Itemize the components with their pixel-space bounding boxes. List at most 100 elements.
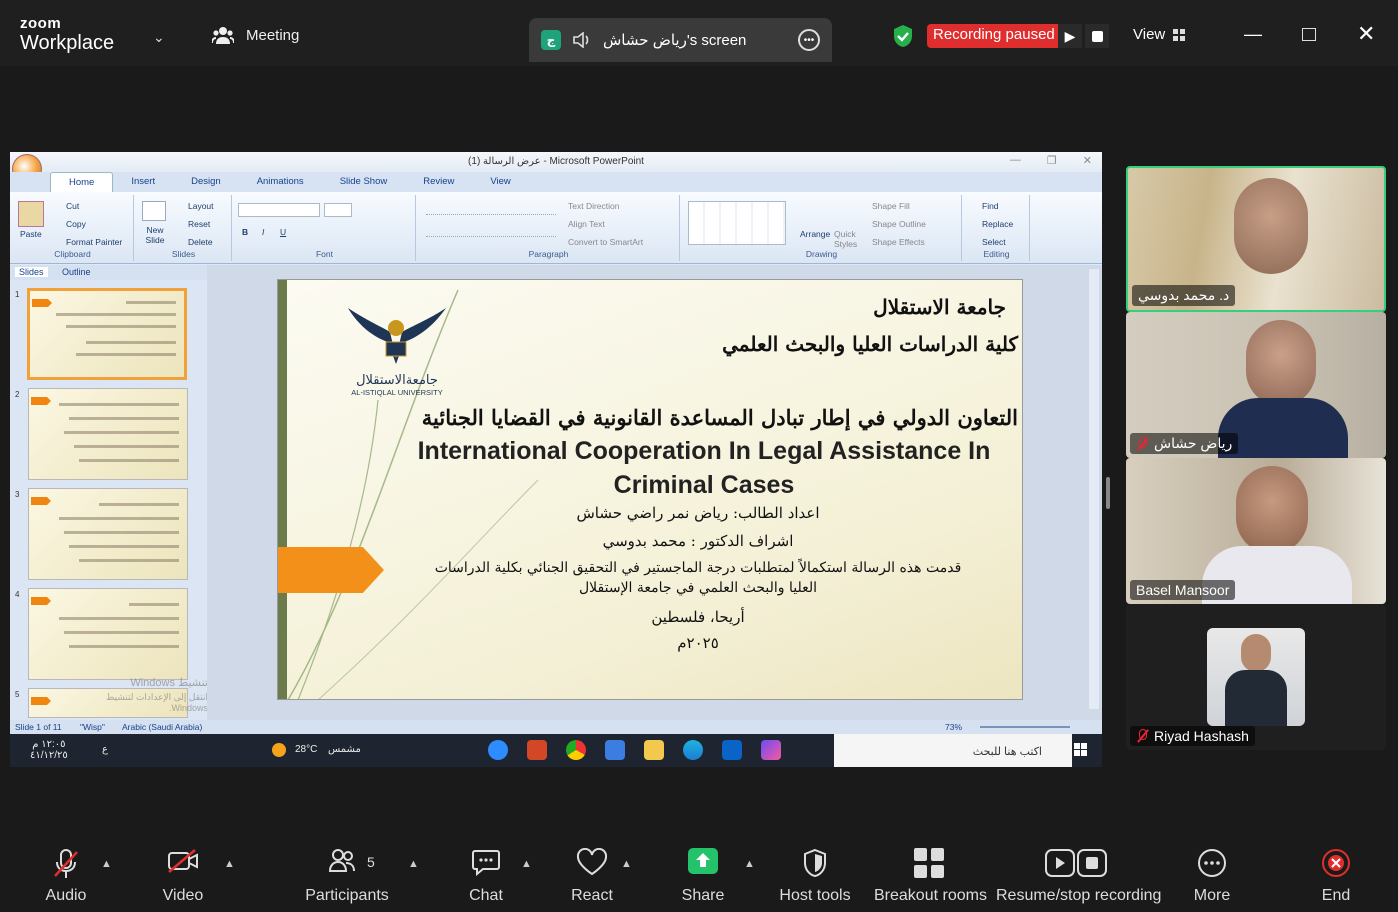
tab-home[interactable]: Home <box>50 172 114 192</box>
powerpoint-taskbar-icon[interactable] <box>527 740 547 760</box>
thumb-number: 1 <box>15 290 20 299</box>
taskbar-search[interactable]: اكتب هنا للبحث <box>834 734 1072 767</box>
share-button[interactable]: Share <box>673 820 733 912</box>
react-button[interactable]: React <box>562 820 622 912</box>
align-text-button[interactable]: Align Text <box>568 219 605 229</box>
close-window-button[interactable]: ✕ <box>1357 21 1375 47</box>
shapes-gallery[interactable] <box>688 201 786 245</box>
copilot-icon[interactable] <box>761 740 781 760</box>
participant-tile[interactable]: Basel Mansoor <box>1126 458 1386 604</box>
quick-styles-button[interactable]: Quick Styles <box>834 229 864 249</box>
tab-view[interactable]: View <box>472 172 528 192</box>
format-painter-button[interactable]: Format Painter <box>66 237 122 247</box>
participants-options-caret[interactable]: ▲ <box>408 858 419 870</box>
find-button[interactable]: Find <box>982 201 999 211</box>
chat-options-caret[interactable]: ▲ <box>521 858 532 870</box>
pp-restore-button[interactable]: ❐ <box>1047 154 1057 167</box>
chrome-icon[interactable] <box>566 740 586 760</box>
chevron-down-icon[interactable]: ⌄ <box>153 29 165 46</box>
share-options-caret[interactable]: ▲ <box>744 858 755 870</box>
delete-button[interactable]: Delete <box>188 237 213 247</box>
folder-icon[interactable] <box>644 740 664 760</box>
tab-slide-show[interactable]: Slide Show <box>322 172 406 192</box>
italic-button[interactable]: I <box>262 227 264 237</box>
tab-animations[interactable]: Animations <box>239 172 322 192</box>
tab-design[interactable]: Design <box>173 172 239 192</box>
audio-options-caret[interactable]: ▲ <box>101 858 112 870</box>
zoom-slider[interactable] <box>980 726 1070 728</box>
convert-smartart-button[interactable]: Convert to SmartArt <box>568 237 643 247</box>
text-direction-button[interactable]: Text Direction <box>568 201 620 211</box>
windows-start-icon[interactable] <box>1074 743 1087 756</box>
pp-close-button[interactable]: ✕ <box>1083 154 1092 167</box>
reset-button[interactable]: Reset <box>188 219 210 229</box>
shape-effects-button[interactable]: Shape Effects <box>872 237 925 247</box>
tab-outline[interactable]: Outline <box>62 267 91 277</box>
participant-tile[interactable]: رياض حشاش <box>1126 312 1386 458</box>
end-button[interactable]: End <box>1306 820 1366 912</box>
video-options-caret[interactable]: ▲ <box>224 858 235 870</box>
chat-button[interactable]: Chat <box>456 820 516 912</box>
tab-insert[interactable]: Insert <box>113 172 173 192</box>
input-language[interactable]: ع <box>102 744 108 755</box>
participant-tile[interactable]: Riyad Hashash <box>1126 604 1386 750</box>
select-button[interactable]: Select <box>982 237 1006 247</box>
audio-button[interactable]: Audio <box>36 820 96 912</box>
outlook-icon[interactable] <box>722 740 742 760</box>
more-button[interactable]: More <box>1182 820 1242 912</box>
current-slide[interactable]: جامعةالاستقلال AL-ISTIQLAL UNIVERSITY جا… <box>277 279 1023 700</box>
font-name-box[interactable] <box>238 203 320 217</box>
layout-button[interactable]: Layout <box>188 201 214 211</box>
host-tools-button[interactable]: Host tools <box>778 820 852 912</box>
video-button[interactable]: Video <box>153 820 213 912</box>
splitter-handle[interactable] <box>1106 477 1110 509</box>
slide-count: Slide 1 of 11 <box>15 722 62 732</box>
resume-recording-button[interactable]: ▶ <box>1058 24 1082 48</box>
slide-thumbnail[interactable] <box>28 388 188 480</box>
shape-fill-button[interactable]: Shape Fill <box>872 201 910 211</box>
list-buttons[interactable] <box>426 203 556 215</box>
edge-icon[interactable] <box>683 740 703 760</box>
slide-thumbnail[interactable] <box>28 488 188 580</box>
participants-button[interactable]: 5 Participants <box>300 820 394 912</box>
paste-button[interactable]: Paste <box>20 229 42 239</box>
more-options-icon[interactable]: ••• <box>798 29 820 51</box>
stop-icon <box>1091 30 1103 42</box>
breakout-rooms-button[interactable]: Breakout rooms <box>874 820 987 912</box>
cut-button[interactable]: Cut <box>66 201 79 211</box>
eagle-icon <box>348 308 446 364</box>
tab-review[interactable]: Review <box>405 172 472 192</box>
slide-thumbnail[interactable] <box>27 288 187 380</box>
react-options-caret[interactable]: ▲ <box>621 858 632 870</box>
view-button[interactable]: View <box>1133 26 1186 43</box>
pp-minimize-button[interactable]: — <box>1010 154 1021 167</box>
minimize-window-button[interactable]: — <box>1244 24 1262 45</box>
font-size-box[interactable] <box>324 203 352 217</box>
participant-tile[interactable]: د. محمد بدوسي <box>1126 166 1386 312</box>
taskbar-clock[interactable]: ١٢:٠٥ م ٤١/١٢/٢٥ <box>30 739 68 761</box>
paste-icon[interactable] <box>18 201 44 227</box>
resume-stop-recording-button[interactable]: Resume/stop recording <box>996 820 1161 912</box>
shape-outline-button[interactable]: Shape Outline <box>872 219 926 229</box>
copy-button[interactable]: Copy <box>66 219 86 229</box>
new-slide-button[interactable]: New Slide <box>140 225 170 245</box>
zoom-taskbar-icon[interactable] <box>488 740 508 760</box>
store-icon[interactable] <box>605 740 625 760</box>
vertical-scrollbar[interactable] <box>1089 269 1099 709</box>
language: Arabic (Saudi Arabia) <box>122 722 203 732</box>
bold-button[interactable]: B <box>242 227 248 237</box>
search-placeholder: اكتب هنا للبحث <box>972 746 1042 758</box>
stop-recording-button[interactable] <box>1085 24 1109 48</box>
ribbon-tabs: Home Insert Design Animations Slide Show… <box>10 172 1102 192</box>
tab-slides[interactable]: Slides <box>15 267 48 277</box>
arrange-button[interactable]: Arrange <box>800 229 830 239</box>
alignment-buttons[interactable] <box>426 225 556 237</box>
university-logo: جامعةالاستقلال AL-ISTIQLAL UNIVERSITY <box>346 298 448 398</box>
underline-button[interactable]: U <box>280 227 286 237</box>
new-slide-icon[interactable] <box>142 201 166 221</box>
screen-share-indicator[interactable]: ج رياض حشاش's screen ••• <box>529 18 832 62</box>
meeting-button[interactable]: Meeting <box>212 26 299 44</box>
maximize-window-button[interactable] <box>1302 28 1316 41</box>
slide-thumbnail[interactable] <box>28 588 188 680</box>
replace-button[interactable]: Replace <box>982 219 1013 229</box>
